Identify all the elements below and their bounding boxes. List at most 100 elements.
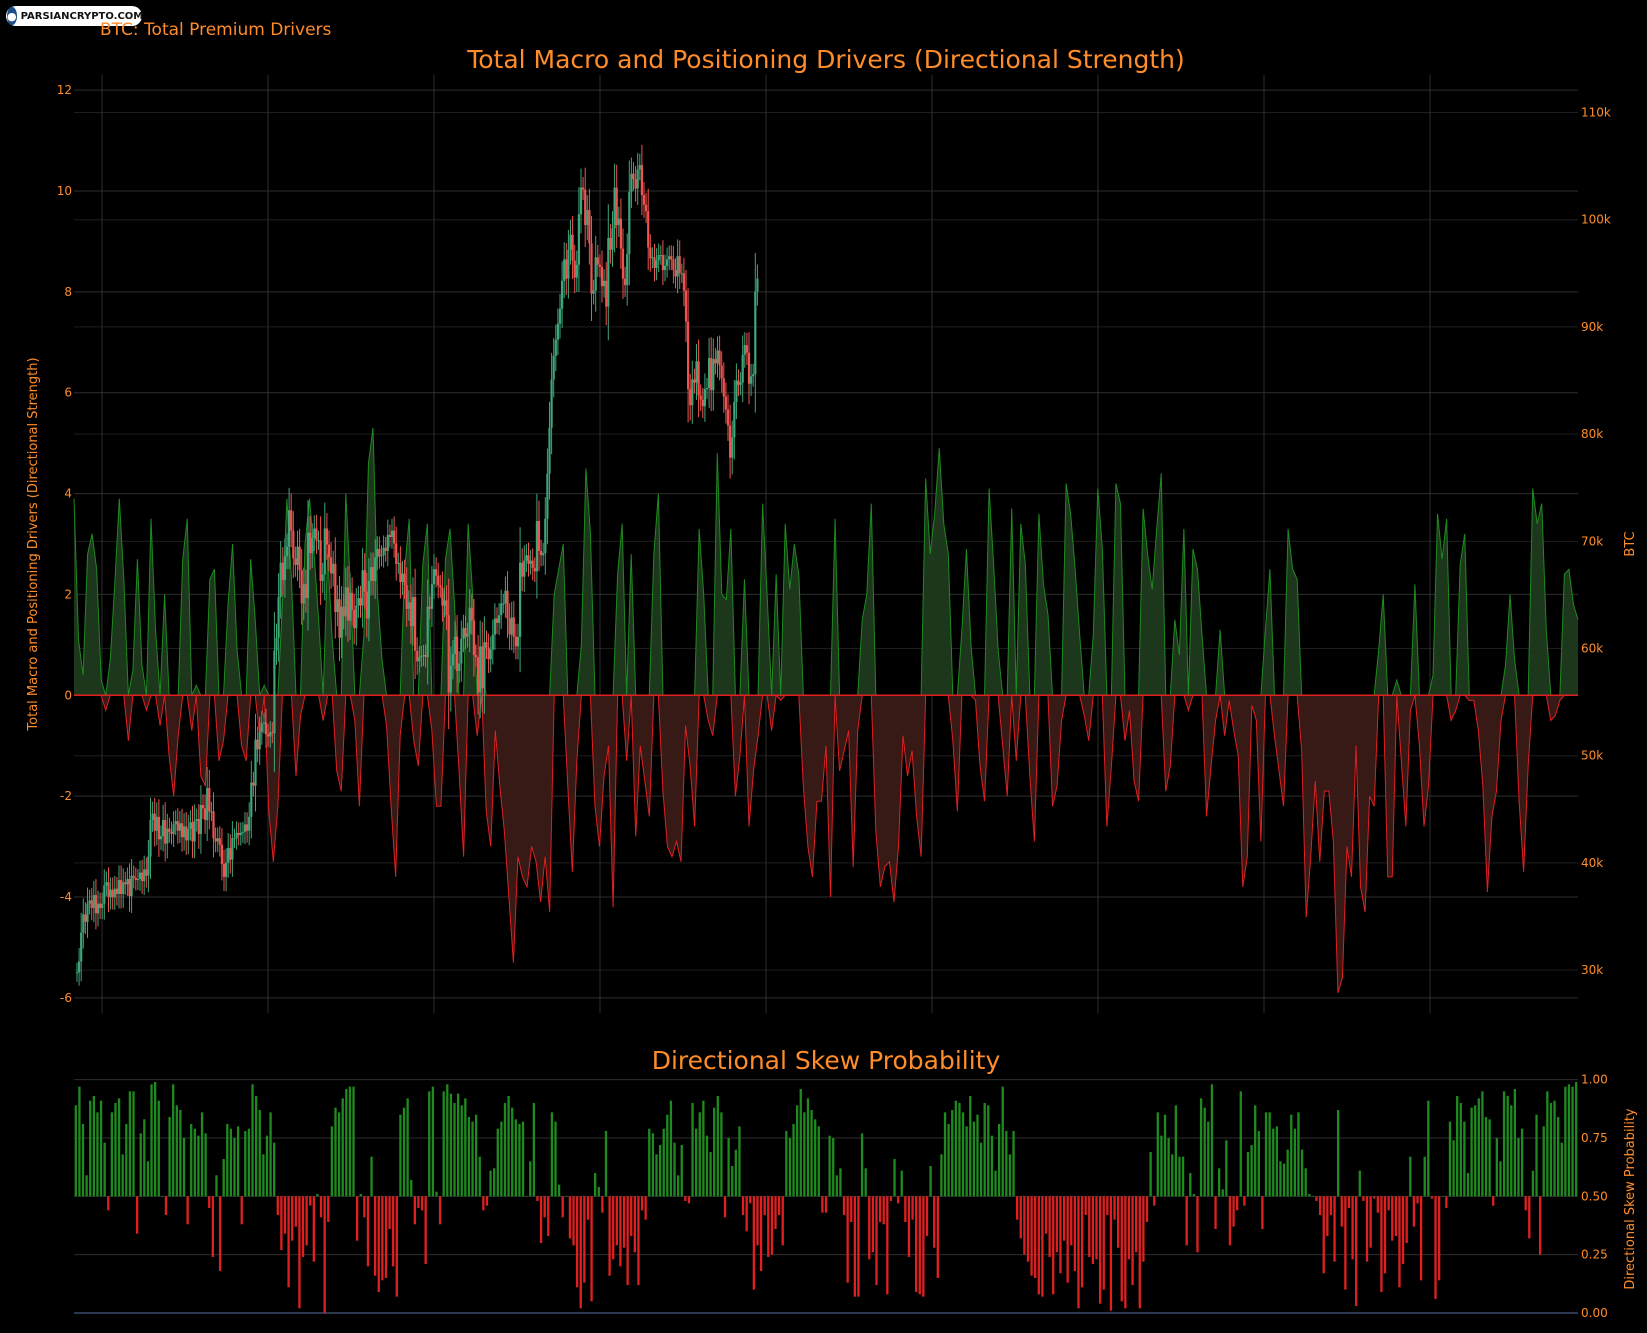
candle-body <box>353 609 356 629</box>
candle-body <box>498 615 501 623</box>
skew-bar <box>1236 1196 1239 1211</box>
skew-bar <box>633 1196 636 1253</box>
skew-bar <box>438 1196 442 1225</box>
candle-body <box>558 308 562 324</box>
skew-bar <box>994 1170 997 1197</box>
skew-bar <box>1542 1126 1545 1197</box>
skew-bar <box>482 1196 485 1211</box>
candle-body <box>338 599 341 638</box>
skew-bar <box>1437 1196 1441 1281</box>
candle-body <box>542 553 545 556</box>
skew-bar <box>788 1138 792 1197</box>
candle-body <box>603 280 606 287</box>
skew-bar <box>125 1124 128 1197</box>
skew-bar <box>121 1154 124 1197</box>
skew-bar <box>1246 1152 1250 1197</box>
skew-bar <box>107 1196 110 1211</box>
skew-bar <box>1336 1110 1340 1197</box>
skew-bar <box>1409 1156 1412 1197</box>
skew-bar <box>464 1098 467 1197</box>
candle-body <box>342 606 345 617</box>
skew-bar <box>590 1196 593 1302</box>
skew-bar <box>911 1196 914 1220</box>
y-tick-label: 2 <box>64 587 72 601</box>
candle-body <box>359 598 362 606</box>
skew-bar <box>1084 1196 1087 1215</box>
candle-body <box>405 585 408 609</box>
skew-bar <box>1517 1138 1520 1197</box>
skew-bar <box>579 1196 582 1309</box>
skew-bar <box>406 1098 409 1197</box>
candle-body <box>491 634 494 650</box>
candle-body <box>441 587 444 606</box>
candle-body <box>487 647 490 660</box>
skew-bar <box>1391 1196 1394 1241</box>
candle-body <box>348 592 352 621</box>
skew-bar <box>1261 1196 1264 1229</box>
skew-bar <box>727 1138 730 1197</box>
skew-bar <box>976 1114 979 1197</box>
candle-body <box>311 538 314 554</box>
skew-bar <box>575 1196 579 1288</box>
candle-body <box>78 961 81 973</box>
skew-bar <box>1488 1119 1491 1197</box>
candle-body <box>126 879 129 885</box>
skew-bar <box>1135 1196 1138 1253</box>
candle-body <box>367 580 370 619</box>
skew-bar <box>193 1128 196 1197</box>
skew-bar <box>586 1196 590 1220</box>
candle-body <box>132 875 135 878</box>
skew-bar <box>1044 1196 1048 1234</box>
candle-body <box>632 173 635 179</box>
candle-body <box>399 562 402 583</box>
skew-bar <box>648 1128 651 1197</box>
y2-tick-label: 90k <box>1581 320 1603 334</box>
skew-bar <box>208 1196 211 1208</box>
candle-body <box>638 165 641 170</box>
candle-body <box>153 813 156 831</box>
skew-bar <box>896 1196 900 1204</box>
candle-body <box>147 856 150 876</box>
candle-body <box>302 584 305 604</box>
candle-body <box>613 187 616 229</box>
y-tick-label: 0 <box>64 688 72 702</box>
skew-bar <box>1333 1196 1336 1262</box>
skew-bar <box>1557 1117 1560 1197</box>
candle-body <box>456 636 459 672</box>
skew-bar <box>1250 1145 1253 1197</box>
skew-bar <box>1196 1196 1199 1253</box>
candle-body <box>590 243 593 294</box>
skew-bar <box>150 1084 153 1197</box>
skew-bar <box>345 1089 348 1197</box>
skew-bar <box>1210 1084 1214 1197</box>
skew-bar <box>1463 1121 1466 1197</box>
skew-bar <box>1318 1196 1322 1215</box>
candle-body <box>670 256 673 260</box>
skew-bar <box>868 1196 871 1260</box>
skew-bar <box>568 1196 572 1239</box>
skew-bar <box>871 1196 875 1253</box>
candle-body <box>468 607 471 634</box>
skew-bar <box>1369 1196 1372 1248</box>
candle-body <box>306 532 310 599</box>
skew-bar <box>640 1196 644 1211</box>
skew-bar <box>565 1196 568 1197</box>
skew-bar <box>1239 1091 1242 1197</box>
skew-bar <box>377 1196 380 1292</box>
candle-body <box>750 376 753 384</box>
candle-body <box>264 722 268 735</box>
skew-bar <box>330 1126 334 1197</box>
skew-bar <box>666 1114 669 1197</box>
skew-bar <box>374 1196 377 1276</box>
y-tick-label: -6 <box>60 991 72 1005</box>
candle-body <box>309 532 312 554</box>
candle-body <box>80 932 83 962</box>
candle-body <box>231 838 234 860</box>
candle-body <box>157 816 160 840</box>
skew-bar <box>770 1196 774 1255</box>
skew-bar <box>1153 1196 1156 1206</box>
candle-body <box>361 570 364 606</box>
skew-bar <box>442 1091 445 1197</box>
skew-bar <box>435 1191 438 1197</box>
candle-body <box>376 548 379 558</box>
